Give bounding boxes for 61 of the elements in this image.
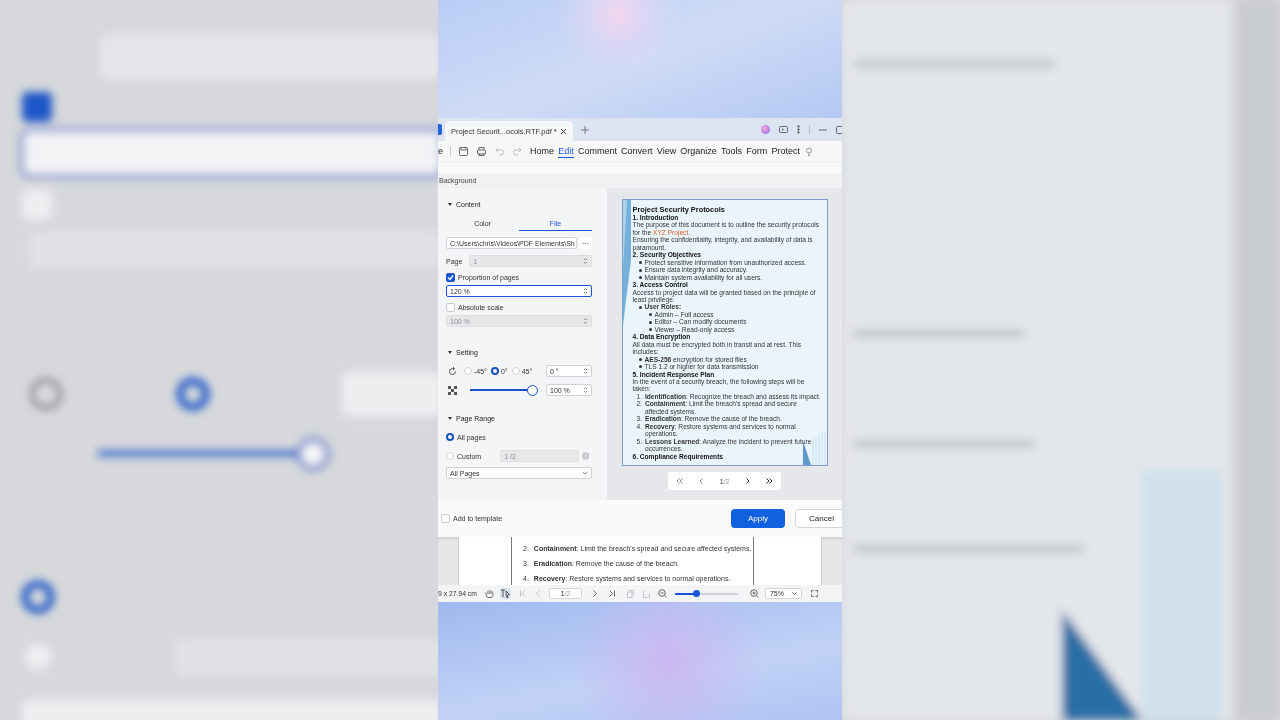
checkmark-icon xyxy=(447,274,454,281)
avatar-icon[interactable] xyxy=(761,125,770,134)
close-icon[interactable] xyxy=(560,127,567,135)
menu-tab[interactable]: View xyxy=(656,144,677,158)
menu-tab[interactable]: Organize xyxy=(680,144,717,158)
chevron-down-icon[interactable] xyxy=(791,592,797,595)
scale-slider[interactable] xyxy=(470,384,538,396)
menu-label[interactable]: e xyxy=(438,146,442,156)
radio-button[interactable] xyxy=(446,433,454,441)
checkbox[interactable] xyxy=(446,273,455,282)
bullet-icon xyxy=(638,276,642,279)
menu-tab[interactable]: Form xyxy=(746,144,768,158)
slider-thumb[interactable] xyxy=(693,590,701,597)
app-icon[interactable] xyxy=(438,124,442,135)
bullet-icon xyxy=(638,358,642,361)
cancel-button[interactable]: Cancel xyxy=(795,509,842,528)
spinner-icon[interactable] xyxy=(583,386,588,394)
new-tab-icon[interactable] xyxy=(581,125,589,134)
next-page-icon[interactable] xyxy=(745,478,750,484)
spinner-icon[interactable] xyxy=(583,317,588,325)
save-icon[interactable] xyxy=(459,146,468,156)
spinner-icon[interactable] xyxy=(583,287,588,295)
more-icon[interactable] xyxy=(797,125,800,134)
first-page-icon[interactable] xyxy=(676,478,684,484)
menu-tab[interactable]: Home xyxy=(530,144,554,158)
bullet-icon xyxy=(648,328,652,332)
apply-button[interactable]: Apply xyxy=(731,509,785,528)
spinner-icon[interactable] xyxy=(583,367,588,375)
bullet-icon xyxy=(638,365,642,369)
menu-tab[interactable]: Edit xyxy=(558,144,574,158)
bullet-icon xyxy=(638,261,642,265)
menu-tab[interactable]: Protect xyxy=(771,144,800,158)
slider-thumb[interactable] xyxy=(527,384,538,396)
menu-tab[interactable]: Tools xyxy=(721,144,743,158)
hand-icon[interactable] xyxy=(484,589,494,598)
zoom-out-icon[interactable] xyxy=(657,589,667,598)
chat-icon[interactable] xyxy=(779,125,788,134)
bullet-icon xyxy=(638,268,642,272)
last-page-icon[interactable] xyxy=(765,478,773,484)
redo-icon[interactable] xyxy=(513,146,522,156)
zoom-in-icon[interactable] xyxy=(749,589,759,598)
bullet-icon xyxy=(648,313,652,317)
caret-icon[interactable] xyxy=(447,201,453,207)
bullet-icon xyxy=(638,305,642,309)
info-icon xyxy=(581,452,589,460)
menu-tab[interactable]: Convert xyxy=(621,144,653,158)
fit-screen-icon[interactable] xyxy=(810,590,818,597)
caret-icon[interactable] xyxy=(447,349,453,355)
menu-tab[interactable]: Comment xyxy=(577,144,617,158)
maximize-icon[interactable] xyxy=(836,125,842,134)
bullet-icon xyxy=(648,320,652,324)
radio-button[interactable] xyxy=(490,367,499,375)
caret-icon[interactable] xyxy=(447,415,453,421)
previous-page-icon[interactable] xyxy=(699,478,704,484)
chevron-down-icon[interactable] xyxy=(582,471,588,475)
scale-icon xyxy=(448,385,457,395)
print-icon[interactable] xyxy=(477,146,486,156)
undo-icon[interactable] xyxy=(495,146,504,156)
rotate-icon xyxy=(448,366,457,376)
lightbulb-icon[interactable] xyxy=(805,146,813,156)
select-icon[interactable] xyxy=(499,588,511,599)
